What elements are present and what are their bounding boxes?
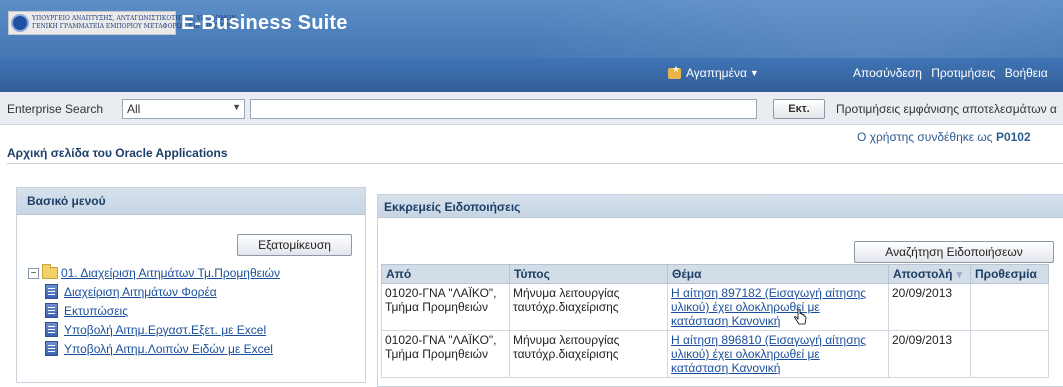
- search-scope-value: All: [127, 102, 141, 116]
- main-menu-panel: Βασικό μενού Εξατομίκευση − 01. Διαχείρι…: [16, 187, 366, 383]
- type-line: ταυτόχρ.διαχείρισης: [513, 300, 619, 314]
- chevron-down-icon: ▼: [232, 102, 241, 112]
- notifications-table: Από Τύπος Θέμα Αποστολή ▼ Προθεσμία 01020…: [381, 264, 1049, 378]
- sort-desc-icon: ▼: [954, 270, 965, 281]
- menu-link-manage-requests[interactable]: Διαχείριση Αιτημάτων Φορέα: [64, 285, 217, 299]
- from-line: 01020-ΓΝΑ "ΛΑΪΚΟ",: [385, 333, 497, 347]
- menu-link-lab-excel[interactable]: Υποβολή Αιτημ.Εργαστ.Εξετ. με Excel: [64, 323, 266, 337]
- tree-root-link[interactable]: 01. Διαχείριση Αιτημάτων Τμ.Προμηθειών: [61, 266, 280, 280]
- notification-subject-link[interactable]: Η αίτηση 896810 (Εισαγωγή αίτησης υλικού)…: [671, 333, 885, 375]
- cell-type: Μήνυμα λειτουργίας ταυτόχρ.διαχείρισης: [509, 283, 668, 331]
- tree-item: Υποβολή Αιτημ.Λοιπών Ειδών με Excel: [28, 339, 280, 358]
- document-icon: [45, 322, 58, 337]
- document-icon: [45, 341, 58, 356]
- cell-due: [970, 330, 1049, 378]
- cell-from: 01020-ΓΝΑ "ΛΑΪΚΟ", Τμήμα Προμηθειών: [381, 330, 510, 378]
- notification-subject-link[interactable]: Η αίτηση 897182 (Εισαγωγή αίτησης υλικού)…: [671, 286, 885, 328]
- cell-subject: Η αίτηση 896810 (Εισαγωγή αίτησης υλικού)…: [667, 330, 889, 378]
- type-line: ταυτόχρ.διαχείρισης: [513, 347, 619, 361]
- cell-due: [970, 283, 1049, 331]
- folder-icon: [42, 264, 58, 279]
- chevron-down-icon: ▼: [749, 68, 759, 78]
- help-link[interactable]: Βοήθεια: [1005, 66, 1048, 80]
- table-row: 01020-ΓΝΑ "ΛΑΪΚΟ", Τμήμα Προμηθειών Μήνυμ…: [381, 330, 1049, 378]
- cell-from: 01020-ΓΝΑ "ΛΑΪΚΟ", Τμήμα Προμηθειών: [381, 283, 510, 331]
- type-line: Μήνυμα λειτουργίας: [513, 333, 620, 347]
- favorites-menu[interactable]: Αγαπημένα ▼: [668, 64, 759, 80]
- ministry-logo: ΥΠΟΥΡΓΕΙΟ ΑΝΑΠΤΥΞΗΣ, ΑΝΤΑΓΩΝΙΣΤΙΚΟΤΗΤΑΣ,…: [8, 11, 238, 35]
- page-title: Αρχική σελίδα του Oracle Applications: [7, 146, 228, 160]
- search-label: Enterprise Search: [7, 102, 104, 116]
- subject-line: Η αίτηση 896810 (Εισαγωγή αίτησης: [671, 333, 867, 347]
- search-input[interactable]: [250, 99, 757, 119]
- menu-link-prints[interactable]: Εκτυπώσεις: [64, 304, 128, 318]
- logged-in-prefix: Ο χρήστης συνδέθηκε ως: [857, 130, 993, 144]
- cell-sent: 20/09/2013: [888, 283, 971, 331]
- from-line: Τμήμα Προμηθειών: [385, 300, 489, 314]
- subject-line: κατάσταση Κανονική: [671, 361, 781, 375]
- type-line: Μήνυμα λειτουργίας: [513, 286, 620, 300]
- cell-type: Μήνυμα λειτουργίας ταυτόχρ.διαχείρισης: [509, 330, 668, 378]
- preferences-link[interactable]: Προτιμήσεις: [931, 66, 995, 80]
- column-header-sent[interactable]: Αποστολή ▼: [888, 264, 971, 284]
- tree-root: − 01. Διαχείριση Αιτημάτων Τμ.Προμηθειών: [28, 264, 280, 282]
- app-header: ΥΠΟΥΡΓΕΙΟ ΑΝΑΠΤΥΞΗΣ, ΑΝΤΑΓΩΝΙΣΤΙΚΟΤΗΤΑΣ,…: [0, 0, 1063, 92]
- column-header-due[interactable]: Προθεσμία: [970, 264, 1049, 284]
- seal-icon: [11, 14, 29, 32]
- cell-sent: 20/09/2013: [888, 330, 971, 378]
- table-row: 01020-ΓΝΑ "ΛΑΪΚΟ", Τμήμα Προμηθειών Μήνυμ…: [381, 283, 1049, 331]
- notifications-title: Εκκρεμείς Ειδοποιήσεις: [378, 195, 1063, 218]
- search-go-button[interactable]: Εκτ.: [773, 99, 825, 119]
- menu-tree: − 01. Διαχείριση Αιτημάτων Τμ.Προμηθειών…: [28, 264, 280, 358]
- search-preferences-link[interactable]: Προτιμήσεις εμφάνισης αποτελεσμάτων α: [836, 102, 1057, 116]
- column-sent-label: Αποστολή: [893, 267, 953, 281]
- hand-cursor-icon: [794, 309, 807, 325]
- subject-line: Η αίτηση 897182 (Εισαγωγή αίτησης: [671, 286, 867, 300]
- notifications-panel: Εκκρεμείς Ειδοποιήσεις Αναζήτηση Ειδοποι…: [377, 194, 1063, 387]
- document-icon: [45, 284, 58, 299]
- search-notifications-button[interactable]: Αναζήτηση Ειδοποιήσεων: [854, 241, 1054, 263]
- column-header-type[interactable]: Τύπος: [509, 264, 668, 284]
- subject-line: υλικού) έχει ολοκληρωθεί με: [671, 347, 820, 361]
- subject-line: κατάσταση Κανονική: [671, 314, 781, 328]
- from-line: Τμήμα Προμηθειών: [385, 347, 489, 361]
- title-divider: [7, 163, 1063, 164]
- app-title: E-Business Suite: [181, 12, 348, 34]
- tree-item: Εκτυπώσεις: [28, 301, 280, 320]
- tree-item: Υποβολή Αιτημ.Εργαστ.Εξετ. με Excel: [28, 320, 280, 339]
- logged-in-user: Ο χρήστης συνδέθηκε ως P0102: [857, 130, 1031, 144]
- column-header-subject[interactable]: Θέμα: [667, 264, 889, 284]
- enterprise-search-bar: Enterprise Search All ▼ Εκτ. Προτιμήσεις…: [0, 92, 1063, 125]
- document-icon: [45, 303, 58, 318]
- table-header-row: Από Τύπος Θέμα Αποστολή ▼ Προθεσμία: [381, 264, 1049, 284]
- personalize-button[interactable]: Εξατομίκευση: [237, 234, 352, 256]
- user-name: P0102: [995, 130, 1031, 144]
- favorites-label: Αγαπημένα: [686, 66, 747, 80]
- column-header-from[interactable]: Από: [381, 264, 510, 284]
- favorites-icon: [668, 64, 681, 79]
- subject-line: υλικού) έχει ολοκληρωθεί με: [671, 300, 820, 314]
- logout-link[interactable]: Αποσύνδεση: [853, 66, 922, 80]
- tree-item: Διαχείριση Αιτημάτων Φορέα: [28, 282, 280, 301]
- cell-subject: Η αίτηση 897182 (Εισαγωγή αίτησης υλικού)…: [667, 283, 889, 331]
- collapse-icon[interactable]: −: [28, 267, 39, 279]
- menu-link-other-excel[interactable]: Υποβολή Αιτημ.Λοιπών Ειδών με Excel: [64, 342, 273, 356]
- from-line: 01020-ΓΝΑ "ΛΑΪΚΟ",: [385, 286, 497, 300]
- global-links: Αποσύνδεση Προτιμήσεις Βοήθεια: [853, 66, 1054, 80]
- search-scope-select[interactable]: All ▼: [122, 99, 245, 119]
- main-menu-title: Βασικό μενού: [17, 188, 365, 215]
